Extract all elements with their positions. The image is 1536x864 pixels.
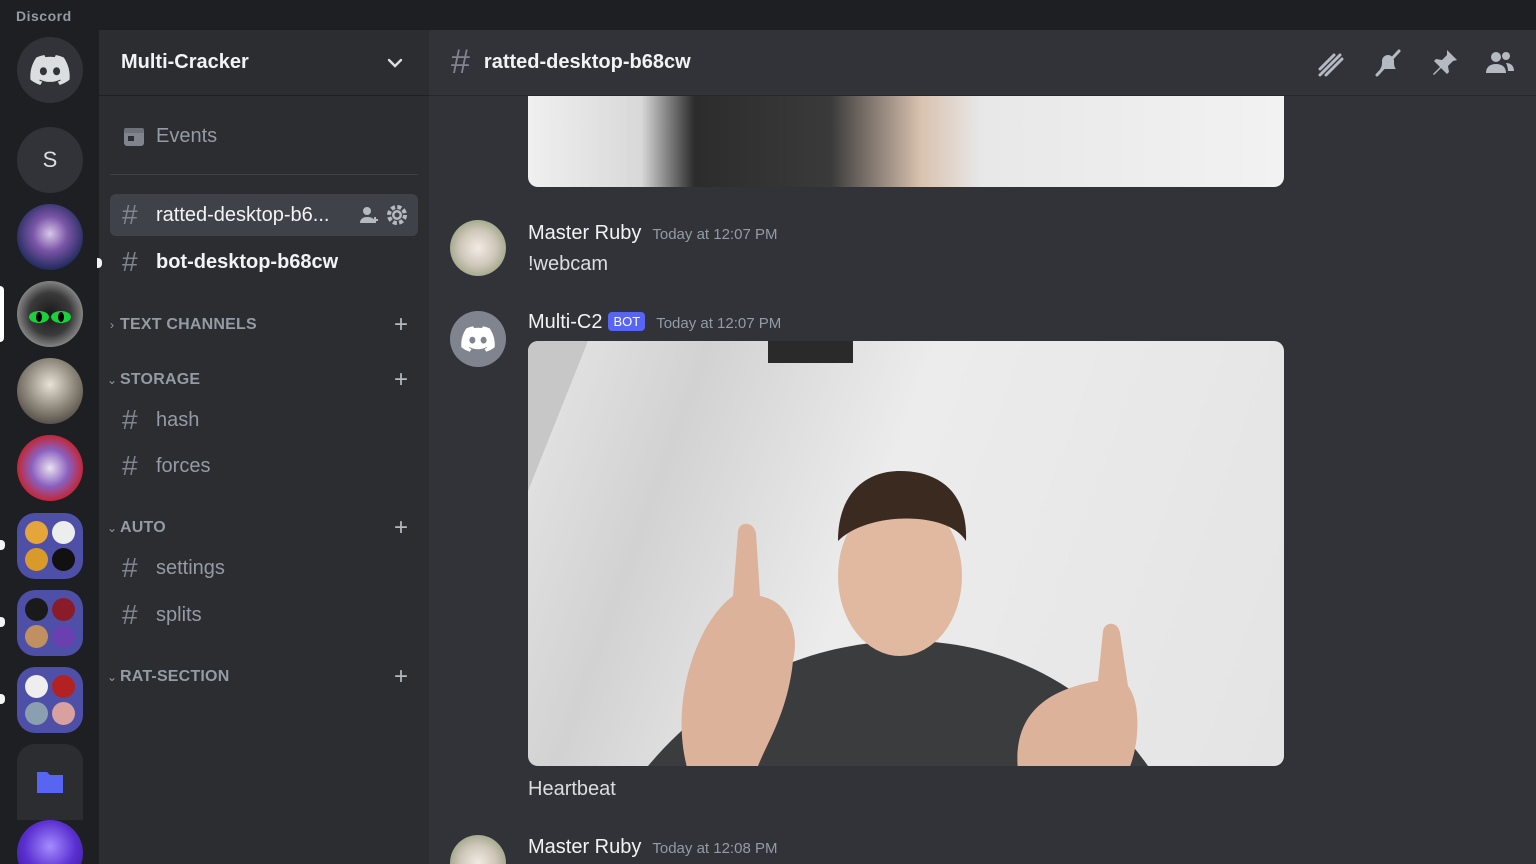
server-white-cat[interactable] — [17, 435, 83, 501]
channel-sidebar: Multi-Cracker Events # ratted-desktop-b6… — [97, 30, 429, 864]
channel-ratted-desktop[interactable]: # ratted-desktop-b6... — [110, 194, 418, 236]
message-header: Master Ruby Today at 12:07 PM — [528, 222, 777, 245]
server-folder-1[interactable] — [17, 513, 83, 579]
header-toolbar — [1316, 47, 1516, 79]
message-header: Master Ruby Today at 12:08 PM — [528, 836, 777, 859]
calendar-icon — [124, 128, 144, 146]
server-folder-collapsed[interactable] — [17, 744, 83, 820]
divider — [110, 174, 418, 175]
add-channel-icon[interactable]: + — [394, 313, 408, 337]
add-member-icon[interactable] — [358, 204, 380, 226]
server-green-eyes[interactable] — [17, 281, 83, 347]
avatar[interactable] — [450, 220, 506, 276]
unread-indicator — [97, 258, 102, 268]
app-brand: Discord — [16, 8, 72, 24]
message-author[interactable]: Master Ruby — [528, 836, 641, 859]
discord-logo-icon — [30, 55, 70, 85]
hash-icon: # — [122, 404, 138, 435]
message-timestamp: Today at 12:08 PM — [652, 840, 778, 857]
channel-name: hash — [156, 408, 200, 431]
bot-badge: BOT — [608, 312, 646, 331]
channel-hash[interactable]: # hash — [110, 399, 418, 441]
green-eyes-icon — [29, 311, 71, 323]
server-folder-3[interactable] — [17, 667, 83, 733]
category-text-channels[interactable]: › TEXT CHANNELS + — [104, 313, 424, 337]
server-folder-2[interactable] — [17, 590, 83, 656]
chevron-down-icon — [387, 58, 403, 68]
chevron-down-icon: ⌄ — [106, 521, 118, 535]
chat-area: # ratted-desktop-b68cw Master Ruby Today… — [429, 30, 1536, 864]
hash-icon: # — [451, 43, 470, 81]
pin-icon[interactable] — [1428, 47, 1460, 79]
home-button[interactable] — [17, 37, 83, 103]
category-rat-section[interactable]: ⌄ RAT-SECTION + — [104, 665, 424, 689]
message-content: Heartbeat — [528, 778, 616, 800]
server-s[interactable]: S — [17, 127, 83, 193]
hash-icon: # — [122, 599, 138, 630]
folder-icon — [37, 772, 63, 793]
webcam-image[interactable] — [528, 341, 1284, 766]
category-label: STORAGE — [120, 371, 201, 388]
members-icon[interactable] — [1484, 47, 1516, 79]
chevron-right-icon: › — [110, 318, 114, 332]
add-channel-icon[interactable]: + — [394, 368, 408, 392]
hash-icon: # — [122, 552, 138, 583]
unread-indicator — [0, 617, 5, 627]
channel-splits[interactable]: # splits — [110, 594, 418, 636]
hash-icon: # — [122, 450, 138, 481]
hash-icon: # — [122, 199, 138, 230]
message-timestamp: Today at 12:07 PM — [656, 315, 782, 332]
window-titlebar: Discord — [0, 0, 1536, 30]
webcam-image-previous[interactable] — [528, 90, 1284, 187]
message-author[interactable]: Multi-C2 — [528, 311, 602, 334]
add-channel-icon[interactable]: + — [394, 665, 408, 689]
mute-bell-icon[interactable] — [1372, 47, 1404, 79]
events-label: Events — [156, 124, 218, 147]
guild-name: Multi-Cracker — [121, 51, 249, 73]
gear-icon[interactable] — [386, 204, 408, 226]
avatar[interactable] — [450, 311, 506, 367]
category-label: RAT-SECTION — [120, 668, 230, 685]
hash-icon: # — [122, 246, 138, 277]
message-author[interactable]: Master Ruby — [528, 222, 641, 245]
server-hooded-figures[interactable] — [17, 358, 83, 424]
category-storage[interactable]: ⌄ STORAGE + — [104, 368, 424, 392]
threads-icon[interactable] — [1316, 47, 1348, 79]
category-label: TEXT CHANNELS — [120, 316, 257, 333]
chevron-down-icon: ⌄ — [106, 670, 118, 684]
server-rail: S — [0, 30, 99, 864]
guild-header[interactable]: Multi-Cracker — [99, 30, 429, 96]
discord-logo-icon — [461, 326, 495, 352]
channel-name: ratted-desktop-b6... — [156, 203, 330, 226]
avatar[interactable] — [450, 835, 506, 864]
channel-name: splits — [156, 603, 202, 626]
server-jester[interactable] — [17, 204, 83, 270]
unread-indicator — [0, 540, 5, 550]
message-timestamp: Today at 12:07 PM — [652, 226, 778, 243]
channel-bot-desktop[interactable]: # bot-desktop-b68cw — [110, 241, 418, 283]
channel-settings[interactable]: # settings — [110, 547, 418, 589]
events-item[interactable]: Events — [110, 114, 418, 158]
category-label: AUTO — [120, 519, 166, 536]
channel-forces[interactable]: # forces — [110, 445, 418, 487]
selected-server-indicator — [0, 286, 4, 342]
channel-name: bot-desktop-b68cw — [156, 250, 339, 273]
channel-name: forces — [156, 454, 211, 477]
category-auto[interactable]: ⌄ AUTO + — [104, 516, 424, 540]
server-purple[interactable] — [17, 820, 83, 864]
chevron-down-icon: ⌄ — [106, 373, 118, 387]
channel-title: ratted-desktop-b68cw — [483, 51, 691, 73]
message-content: !webcam — [528, 253, 609, 275]
unread-indicator — [0, 694, 5, 704]
channel-header: # ratted-desktop-b68cw — [429, 30, 1536, 96]
add-channel-icon[interactable]: + — [394, 516, 408, 540]
server-s-letter: S — [42, 147, 58, 172]
webcam-photo-placeholder — [528, 341, 1148, 766]
channel-name: settings — [156, 556, 225, 579]
channel-tools — [358, 204, 418, 226]
message-header: Multi-C2 BOT Today at 12:07 PM — [528, 311, 781, 334]
discord-app: Discord S Multi-Cracker Events # ratted-… — [0, 0, 1536, 864]
